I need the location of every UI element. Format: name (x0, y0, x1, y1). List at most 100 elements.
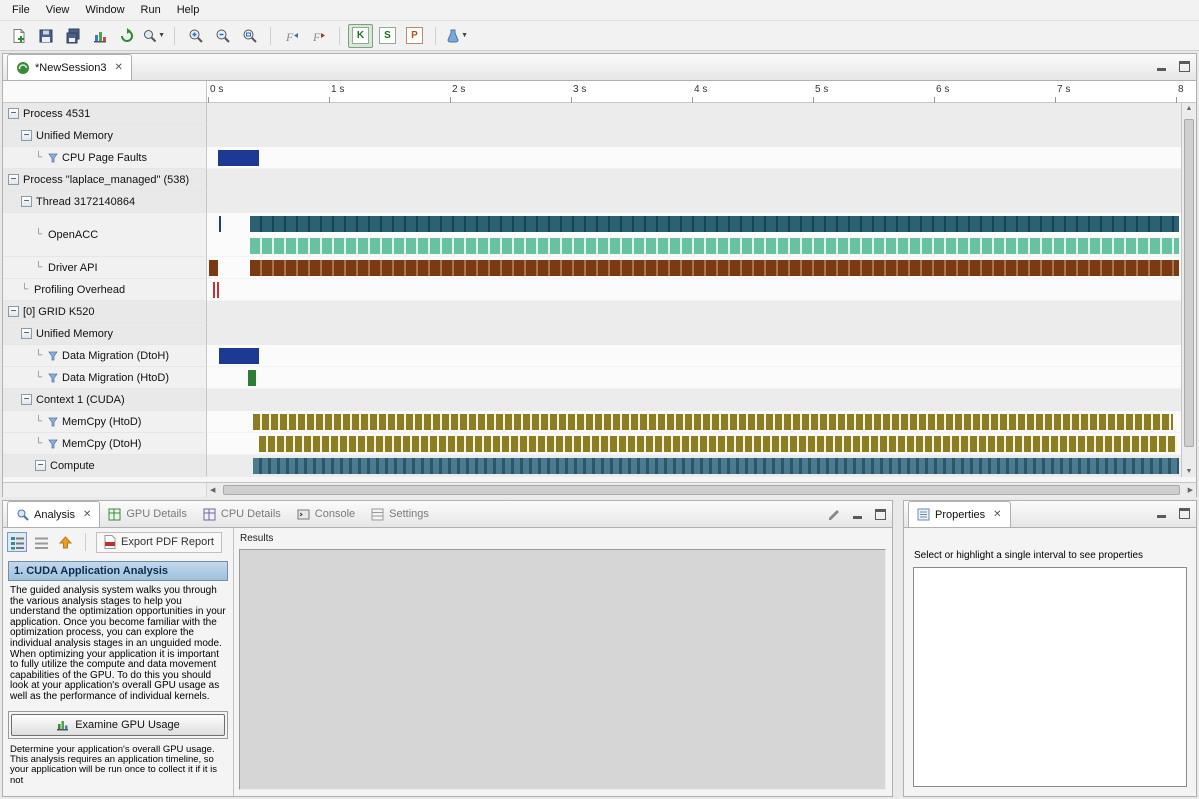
timeline-row-label[interactable]: └Profiling Overhead (3, 279, 207, 301)
menu-window[interactable]: Window (77, 1, 132, 19)
timeline-row-label[interactable]: −Unified Memory (3, 323, 207, 345)
maximize-icon[interactable] (1179, 508, 1190, 519)
collapse-icon[interactable]: − (21, 130, 32, 141)
timeline-interval-bar[interactable] (253, 414, 1174, 430)
scroll-down-icon[interactable]: ▼ (1182, 468, 1196, 475)
horizontal-scrollbar[interactable]: ◀ ▶ (207, 483, 1196, 497)
new-session-button[interactable] (6, 24, 31, 48)
timeline-track[interactable] (207, 345, 1196, 367)
kernel-toggle-button[interactable]: K (348, 24, 373, 48)
horizontal-scroll-thumb[interactable] (223, 485, 1180, 495)
guided-mode-button[interactable] (7, 532, 27, 552)
menu-run[interactable]: Run (133, 1, 169, 19)
session-settings-button[interactable]: ▼ (141, 24, 166, 48)
scroll-up-icon[interactable]: ▲ (1182, 105, 1196, 112)
timeline-track[interactable] (207, 455, 1196, 477)
timeline-interval-bar[interactable] (217, 282, 219, 298)
timeline-track[interactable] (207, 389, 1196, 411)
process-toggle-button[interactable]: P (402, 24, 427, 48)
timeline-interval-bar[interactable] (259, 436, 1177, 452)
collapse-icon[interactable]: − (8, 306, 19, 317)
collapse-icon[interactable]: − (21, 394, 32, 405)
profile-application-button[interactable] (87, 24, 112, 48)
zoom-fit-button[interactable] (237, 24, 262, 48)
timeline-row-label[interactable]: −Unified Memory (3, 125, 207, 147)
minimize-icon[interactable] (1156, 508, 1167, 519)
filter-funnel-icon[interactable] (48, 373, 58, 383)
scroll-left-icon[interactable]: ◀ (210, 486, 215, 494)
filter-funnel-icon[interactable] (48, 153, 58, 163)
tab-cpu-details[interactable]: CPU Details (195, 501, 289, 527)
save-all-button[interactable] (60, 24, 85, 48)
timeline-track[interactable] (207, 191, 1196, 213)
timeline-row-label[interactable]: └CPU Page Faults (3, 147, 207, 169)
refresh-timeline-button[interactable] (114, 24, 139, 48)
timeline-track[interactable] (207, 147, 1196, 169)
timeline-row-label[interactable]: −Process 4531 (3, 103, 207, 125)
timeline-interval-bar[interactable] (253, 458, 1180, 474)
next-marker-button[interactable]: F (306, 24, 331, 48)
zoom-in-button[interactable] (183, 24, 208, 48)
timeline-row-label[interactable]: −Context 1 (CUDA) (3, 389, 207, 411)
maximize-icon[interactable] (875, 509, 886, 520)
timeline-row-label[interactable]: └MemCpy (DtoH) (3, 433, 207, 455)
timeline-track[interactable] (207, 367, 1196, 389)
timeline-track[interactable] (207, 257, 1196, 279)
filter-funnel-icon[interactable] (48, 439, 58, 449)
timeline-row-label[interactable]: −Process "laplace_managed" (538) (3, 169, 207, 191)
timeline-row-label[interactable]: └Data Migration (DtoH) (3, 345, 207, 367)
timeline-row-label[interactable]: −Thread 3172140864 (3, 191, 207, 213)
previous-marker-button[interactable]: F (279, 24, 304, 48)
collapse-icon[interactable]: − (35, 460, 46, 471)
timeline-track[interactable] (207, 411, 1196, 433)
menu-help[interactable]: Help (169, 1, 208, 19)
collapse-icon[interactable]: − (21, 196, 32, 207)
examine-gpu-usage-button[interactable]: Examine GPU Usage (11, 714, 225, 736)
zoom-out-button[interactable] (210, 24, 235, 48)
export-pdf-button[interactable]: Export PDF Report (96, 532, 222, 553)
timeline-row-label[interactable]: └Data Migration (HtoD) (3, 367, 207, 389)
timeline-interval-bar[interactable] (218, 150, 259, 166)
timeline-interval-bar[interactable] (250, 216, 1179, 232)
stream-toggle-button[interactable]: S (375, 24, 400, 48)
save-button[interactable] (33, 24, 58, 48)
timeline-interval-bar[interactable] (213, 282, 215, 298)
close-icon[interactable]: ✕ (993, 509, 1001, 520)
scroll-right-icon[interactable]: ▶ (1188, 486, 1193, 494)
timeline-track[interactable] (207, 103, 1196, 125)
menu-view[interactable]: View (38, 1, 78, 19)
timeline-row-label[interactable]: −Compute (3, 455, 207, 477)
unguided-mode-button[interactable] (31, 532, 51, 552)
timeline-track[interactable] (207, 279, 1196, 301)
minimize-icon[interactable] (852, 509, 863, 520)
tab-analysis[interactable]: Analysis ✕ (7, 501, 100, 527)
timeline-interval-bar[interactable] (250, 238, 1179, 254)
tab-settings[interactable]: Settings (363, 501, 437, 527)
tab-session[interactable]: *NewSession3 ✕ (7, 54, 132, 80)
timeline-interval-bar[interactable] (248, 370, 256, 386)
filter-funnel-icon[interactable] (48, 417, 58, 427)
timeline-track[interactable] (207, 433, 1196, 455)
collapse-icon[interactable]: − (8, 174, 19, 185)
vertical-scrollbar[interactable]: ▲ ▼ (1181, 103, 1196, 477)
timeline-interval-bar[interactable] (219, 216, 221, 232)
run-analysis-button[interactable]: ▼ (444, 24, 469, 48)
minimize-icon[interactable] (1156, 61, 1167, 72)
menu-file[interactable]: File (4, 1, 38, 19)
timeline-row-label[interactable]: −[0] GRID K520 (3, 301, 207, 323)
vertical-scroll-thumb[interactable] (1184, 119, 1194, 447)
back-up-button[interactable] (55, 532, 75, 552)
collapse-icon[interactable]: − (8, 108, 19, 119)
timeline-row-label[interactable]: └Driver API (3, 257, 207, 279)
tab-properties[interactable]: Properties ✕ (908, 501, 1011, 527)
timeline-row-label[interactable]: └MemCpy (HtoD) (3, 411, 207, 433)
timeline-track[interactable] (207, 213, 1196, 257)
filter-funnel-icon[interactable] (48, 351, 58, 361)
timeline-interval-bar[interactable] (219, 348, 259, 364)
timeline-track[interactable] (207, 125, 1196, 147)
timeline-row-label[interactable]: └OpenACC (3, 213, 207, 257)
analysis-section-title[interactable]: 1. CUDA Application Analysis (8, 561, 228, 581)
view-menu-icon[interactable] (827, 508, 840, 521)
timeline-track[interactable] (207, 301, 1196, 323)
timeline-interval-bar[interactable] (250, 260, 1179, 276)
